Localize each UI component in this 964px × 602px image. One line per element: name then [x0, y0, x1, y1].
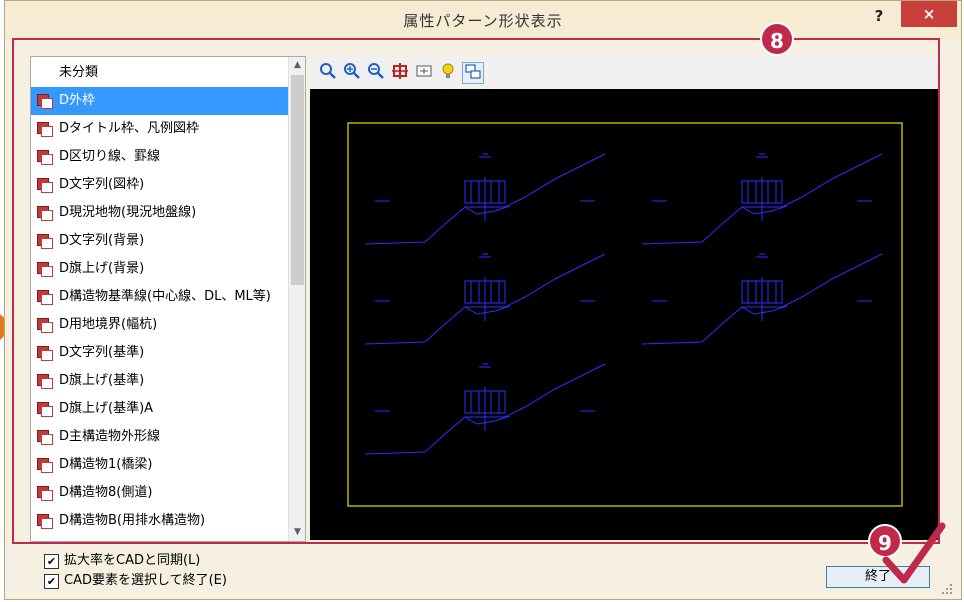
close-button[interactable]: ×: [901, 1, 957, 27]
select-exit-checkbox[interactable]: ✔: [44, 574, 59, 589]
select-exit-label[interactable]: CAD要素を選択して終了(E): [64, 572, 227, 590]
sync-zoom-checkbox[interactable]: ✔: [44, 554, 59, 569]
dialog-title: 属性パターン形状表示: [403, 12, 563, 30]
step-badge-8: 8: [760, 22, 794, 56]
highlight-frame: [12, 38, 940, 544]
sync-zoom-label[interactable]: 拡大率をCADと同期(L): [64, 552, 200, 570]
help-button[interactable]: ?: [859, 5, 899, 29]
title-bar: 属性パターン形状表示 ? ×: [5, 1, 961, 39]
resize-grip-icon[interactable]: [940, 582, 954, 596]
checkmark-icon: [882, 522, 946, 584]
